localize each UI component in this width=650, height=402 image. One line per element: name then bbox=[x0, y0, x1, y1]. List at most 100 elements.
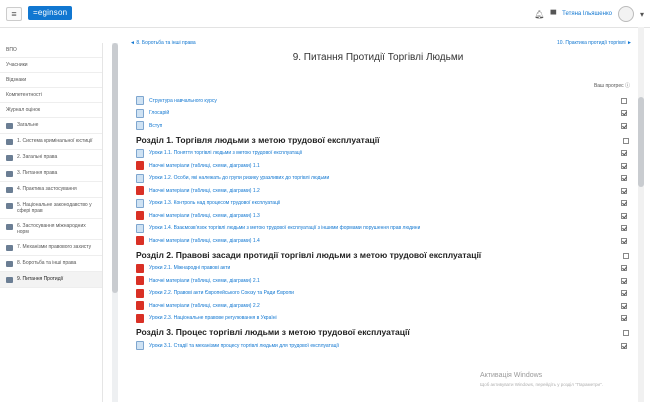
completion-checkbox[interactable] bbox=[621, 175, 627, 181]
activity-link[interactable]: Уроки 2.3. Національне правове регулюван… bbox=[149, 315, 277, 321]
sidebar-item[interactable]: Компетентності bbox=[0, 88, 102, 103]
activity-row[interactable]: Уроки 2.3. Національне правове регулюван… bbox=[136, 313, 630, 323]
completion-checkbox[interactable] bbox=[621, 342, 627, 349]
sidebar-item-label: 5. Національне законодавство у сфері пра… bbox=[17, 202, 92, 214]
activity-link[interactable]: Уроки 2.2. Правові акти Європейського Со… bbox=[149, 290, 294, 296]
completion-checkbox[interactable] bbox=[621, 150, 627, 156]
completion-checkbox[interactable] bbox=[621, 277, 627, 284]
page-scrollbar[interactable] bbox=[638, 27, 644, 402]
sidebar-scrollbar[interactable] bbox=[112, 43, 118, 402]
completion-checkbox[interactable] bbox=[621, 315, 627, 321]
folder-icon bbox=[6, 203, 13, 209]
activity-row[interactable]: Уроки 1.3. Контроль над процесом трудово… bbox=[136, 198, 630, 208]
activity-link[interactable]: Наочні матеріали (таблиці, схеми, діагра… bbox=[149, 278, 260, 284]
next-section-link[interactable]: 10. Практика протидії торгівлі ► bbox=[557, 40, 632, 46]
sidebar-item[interactable]: Журнал оцінок bbox=[0, 103, 102, 118]
completion-checkbox[interactable] bbox=[621, 122, 627, 129]
completion-checkbox[interactable] bbox=[621, 237, 627, 244]
chevron-down-icon[interactable]: ▾ bbox=[640, 10, 644, 19]
sidebar-item[interactable]: Відзнаки bbox=[0, 73, 102, 88]
sidebar-item-label: 6. Застосування міжнародних норм bbox=[17, 223, 86, 235]
activity-row[interactable]: Наочні матеріали (таблиці, схеми, діагра… bbox=[136, 276, 630, 285]
folder-icon bbox=[6, 245, 13, 251]
sidebar-item-label: 4. Практика застосування bbox=[17, 186, 77, 192]
user-menu: 🔔︎ ▀ Тетяна Ільяшенко ▾ bbox=[534, 6, 644, 22]
activity-row[interactable]: Наочні матеріали (таблиці, схеми, діагра… bbox=[136, 161, 630, 170]
completion-checkbox[interactable] bbox=[621, 162, 627, 169]
page-title: 9. Питання Протидії Торгівлі Людьми bbox=[292, 52, 464, 63]
sidebar-item[interactable]: ВПО bbox=[0, 43, 102, 58]
pdf-file-icon bbox=[136, 288, 144, 298]
sidebar-item[interactable]: 5. Національне законодавство у сфері пра… bbox=[0, 198, 102, 219]
site-logo[interactable]: =eginson bbox=[28, 6, 73, 20]
activity-row[interactable]: Вступ bbox=[136, 121, 630, 130]
pdf-file-icon bbox=[136, 276, 144, 285]
document-icon bbox=[136, 223, 144, 233]
sidebar-item-label: Загальне bbox=[17, 122, 39, 128]
pdf-file-icon bbox=[136, 161, 144, 170]
activity-link[interactable]: Уроки 1.1. Поняття торгівлі людьми з мет… bbox=[149, 150, 302, 156]
menu-toggle-button[interactable]: ≡ bbox=[6, 7, 22, 21]
sidebar-item[interactable]: 6. Застосування міжнародних норм bbox=[0, 219, 102, 240]
sidebar-item[interactable]: 9. Питання Протидії bbox=[0, 272, 102, 288]
activity-link[interactable]: Структура навчального курсу bbox=[149, 98, 217, 104]
activity-row[interactable]: Уроки 2.1. Міжнародні правові акти bbox=[136, 263, 630, 273]
activity-row[interactable]: Наочні матеріали (таблиці, схеми, діагра… bbox=[136, 186, 630, 195]
activity-row[interactable]: Уроки 1.4. Взаємозв’язок торгівлі людьми… bbox=[136, 223, 630, 233]
folder-icon bbox=[6, 261, 13, 267]
sidebar-scroll-thumb[interactable] bbox=[112, 43, 118, 293]
activity-row[interactable]: Структура навчального курсу bbox=[136, 96, 630, 105]
activity-row[interactable]: Наочні матеріали (таблиці, схеми, діагра… bbox=[136, 301, 630, 310]
sidebar-item[interactable]: Учасники bbox=[0, 58, 102, 73]
activity-link[interactable]: Наочні матеріали (таблиці, схеми, діагра… bbox=[149, 213, 260, 219]
sidebar-item[interactable]: 2. Загальні права bbox=[0, 150, 102, 166]
activity-row[interactable]: Глосарій bbox=[136, 108, 630, 118]
user-name[interactable]: Тетяна Ільяшенко bbox=[562, 11, 612, 17]
completion-checkbox[interactable] bbox=[621, 265, 627, 271]
completion-checkbox[interactable] bbox=[621, 302, 627, 309]
activity-link[interactable]: Уроки 1.4. Взаємозв’язок торгівлі людьми… bbox=[149, 225, 420, 231]
bell-icon[interactable]: 🔔︎ bbox=[534, 10, 544, 19]
sidebar-item[interactable]: 1. Система кримінальної юстиції bbox=[0, 134, 102, 150]
activity-link[interactable]: Наочні матеріали (таблиці, схеми, діагра… bbox=[149, 303, 260, 309]
activity-link[interactable]: Глосарій bbox=[149, 110, 169, 116]
pdf-file-icon bbox=[136, 186, 144, 195]
document-icon bbox=[136, 173, 144, 183]
completion-checkbox[interactable] bbox=[621, 97, 627, 104]
completion-checkbox[interactable] bbox=[621, 110, 627, 116]
sidebar-item[interactable]: 3. Питання права bbox=[0, 166, 102, 182]
sidebar-item-label: 8. Боротьба та інші права bbox=[17, 260, 77, 266]
completion-checkbox[interactable] bbox=[621, 290, 627, 296]
sidebar-item[interactable]: Загальне bbox=[0, 118, 102, 134]
section-completion-checkbox[interactable] bbox=[623, 330, 629, 336]
activity-row[interactable]: Наочні матеріали (таблиці, схеми, діагра… bbox=[136, 211, 630, 220]
completion-checkbox[interactable] bbox=[621, 187, 627, 194]
top-navbar: ≡ =eginson 🔔︎ ▀ Тетяна Ільяшенко ▾ bbox=[0, 0, 650, 28]
completion-checkbox[interactable] bbox=[621, 212, 627, 219]
activity-link[interactable]: Уроки 1.2. Особи, які належать до групи … bbox=[149, 175, 329, 181]
avatar[interactable] bbox=[617, 6, 634, 22]
activity-row[interactable]: Наочні матеріали (таблиці, схеми, діагра… bbox=[136, 236, 630, 245]
prev-section-link[interactable]: ◄ 8. Боротьба та інші права bbox=[130, 40, 196, 46]
section-completion-checkbox[interactable] bbox=[623, 252, 629, 259]
activity-link[interactable]: Уроки 2.1. Міжнародні правові акти bbox=[149, 265, 230, 271]
sidebar-item[interactable]: 8. Боротьба та інші права bbox=[0, 256, 102, 272]
activity-link[interactable]: Вступ bbox=[149, 123, 162, 129]
activity-link[interactable]: Уроки 1.3. Контроль над процесом трудово… bbox=[149, 200, 280, 206]
activity-link[interactable]: Наочні матеріали (таблиці, схеми, діагра… bbox=[149, 238, 260, 244]
sidebar-item[interactable]: 4. Практика застосування bbox=[0, 182, 102, 198]
section-completion-checkbox[interactable] bbox=[623, 137, 629, 144]
chat-icon[interactable]: ▀ bbox=[550, 10, 556, 19]
activity-row[interactable]: Уроки 1.2. Особи, які належать до групи … bbox=[136, 173, 630, 183]
sidebar-item[interactable]: 7. Механізми правового захисту bbox=[0, 240, 102, 256]
activity-link[interactable]: Уроки 3.1. Стадії та механізми процесу т… bbox=[149, 343, 339, 349]
completion-checkbox[interactable] bbox=[621, 225, 627, 231]
activity-row[interactable]: Уроки 1.1. Поняття торгівлі людьми з мет… bbox=[136, 148, 630, 158]
document-icon bbox=[136, 198, 144, 208]
activity-row[interactable]: Уроки 3.1. Стадії та механізми процесу т… bbox=[136, 341, 630, 350]
completion-checkbox[interactable] bbox=[621, 200, 627, 206]
activity-link[interactable]: Наочні матеріали (таблиці, схеми, діагра… bbox=[149, 163, 260, 169]
page-scroll-thumb[interactable] bbox=[638, 97, 644, 187]
activity-link[interactable]: Наочні матеріали (таблиці, схеми, діагра… bbox=[149, 188, 260, 194]
activity-row[interactable]: Уроки 2.2. Правові акти Європейського Со… bbox=[136, 288, 630, 298]
